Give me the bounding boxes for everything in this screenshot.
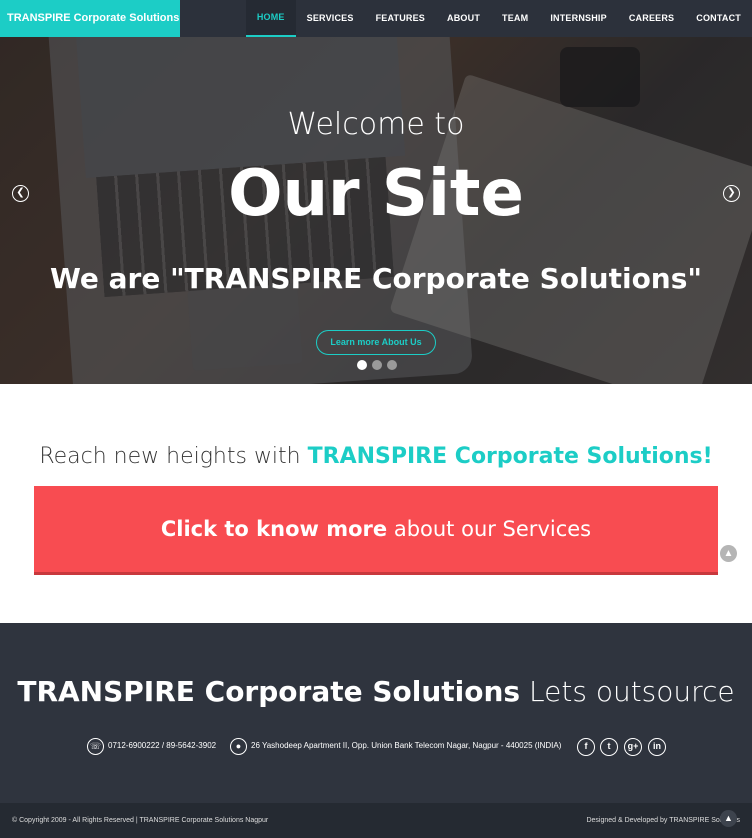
nav-links: HOME SERVICES FEATURES ABOUT TEAM INTERN… <box>245 0 752 37</box>
contact-row: ☏ 0712-6900222 / 89-5642-3902 ● 26 Yasho… <box>0 737 752 757</box>
footer-title-light: Lets outsource <box>529 675 735 708</box>
nav-contact[interactable]: CONTACT <box>685 0 752 37</box>
cta-rest: about our Services <box>393 517 592 541</box>
linkedin-icon[interactable]: in <box>648 738 666 756</box>
learn-more-button[interactable]: Learn more About Us <box>316 330 436 355</box>
bottom-bar: © Copyright 2009 - All Rights Reserved |… <box>0 803 752 838</box>
slider-dot-2[interactable] <box>372 360 382 370</box>
twitter-icon[interactable]: t <box>600 738 618 756</box>
footer: TRANSPIRE Corporate Solutions Lets outso… <box>0 623 752 803</box>
reach-accent: TRANSPIRE Corporate Solutions! <box>307 444 713 469</box>
nav-home[interactable]: HOME <box>245 0 296 37</box>
nav-internship[interactable]: INTERNSHIP <box>539 0 618 37</box>
brand-logo[interactable]: TRANSPIRE Corporate Solutions <box>0 0 180 37</box>
designed-by: Designed & Developed by TRANSPIRE Soluti… <box>586 817 740 824</box>
services-cta-button[interactable]: Click to know more about our Services <box>34 486 718 575</box>
address-text: 26 Yashodeep Apartment II, Opp. Union Ba… <box>251 741 562 750</box>
google-plus-icon[interactable]: g+ <box>624 738 642 756</box>
nav-about[interactable]: ABOUT <box>436 0 491 37</box>
hero-welcome: Welcome to <box>287 107 465 142</box>
hero-slider: Welcome to Our Site We are "TRANSPIRE Co… <box>0 37 752 384</box>
slider-dots <box>357 360 397 370</box>
facebook-icon[interactable]: f <box>577 738 595 756</box>
cta-strong: Click to know more <box>160 517 388 541</box>
slider-dot-1[interactable] <box>357 360 367 370</box>
scroll-to-top-icon[interactable]: ▲ <box>720 545 737 562</box>
nav-services[interactable]: SERVICES <box>296 0 365 37</box>
slider-dot-3[interactable] <box>387 360 397 370</box>
nav-careers[interactable]: CAREERS <box>618 0 685 37</box>
reach-heading: Reach new heights with TRANSPIRE Corpora… <box>0 444 752 469</box>
copyright: © Copyright 2009 - All Rights Reserved |… <box>12 817 269 824</box>
nav-team[interactable]: TEAM <box>491 0 539 37</box>
reach-prefix: Reach new heights with <box>39 444 301 469</box>
chevron-left-icon[interactable]: ❮ <box>12 185 29 202</box>
navbar: TRANSPIRE Corporate Solutions HOME SERVI… <box>0 0 752 37</box>
chevron-right-icon[interactable]: ❯ <box>723 185 740 202</box>
nav-features[interactable]: FEATURES <box>365 0 436 37</box>
scroll-up-icon[interactable]: ▲ <box>720 810 737 827</box>
phone-icon: ☏ <box>87 738 104 755</box>
phone-number: 0712-6900222 / 89-5642-3902 <box>108 741 217 750</box>
footer-title-strong: TRANSPIRE Corporate Solutions <box>17 675 521 708</box>
hero-title: Our Site <box>228 157 524 231</box>
location-icon: ● <box>230 738 247 755</box>
hero-tagline: We are "TRANSPIRE Corporate Solutions" <box>50 262 702 295</box>
footer-title: TRANSPIRE Corporate Solutions Lets outso… <box>0 675 752 708</box>
